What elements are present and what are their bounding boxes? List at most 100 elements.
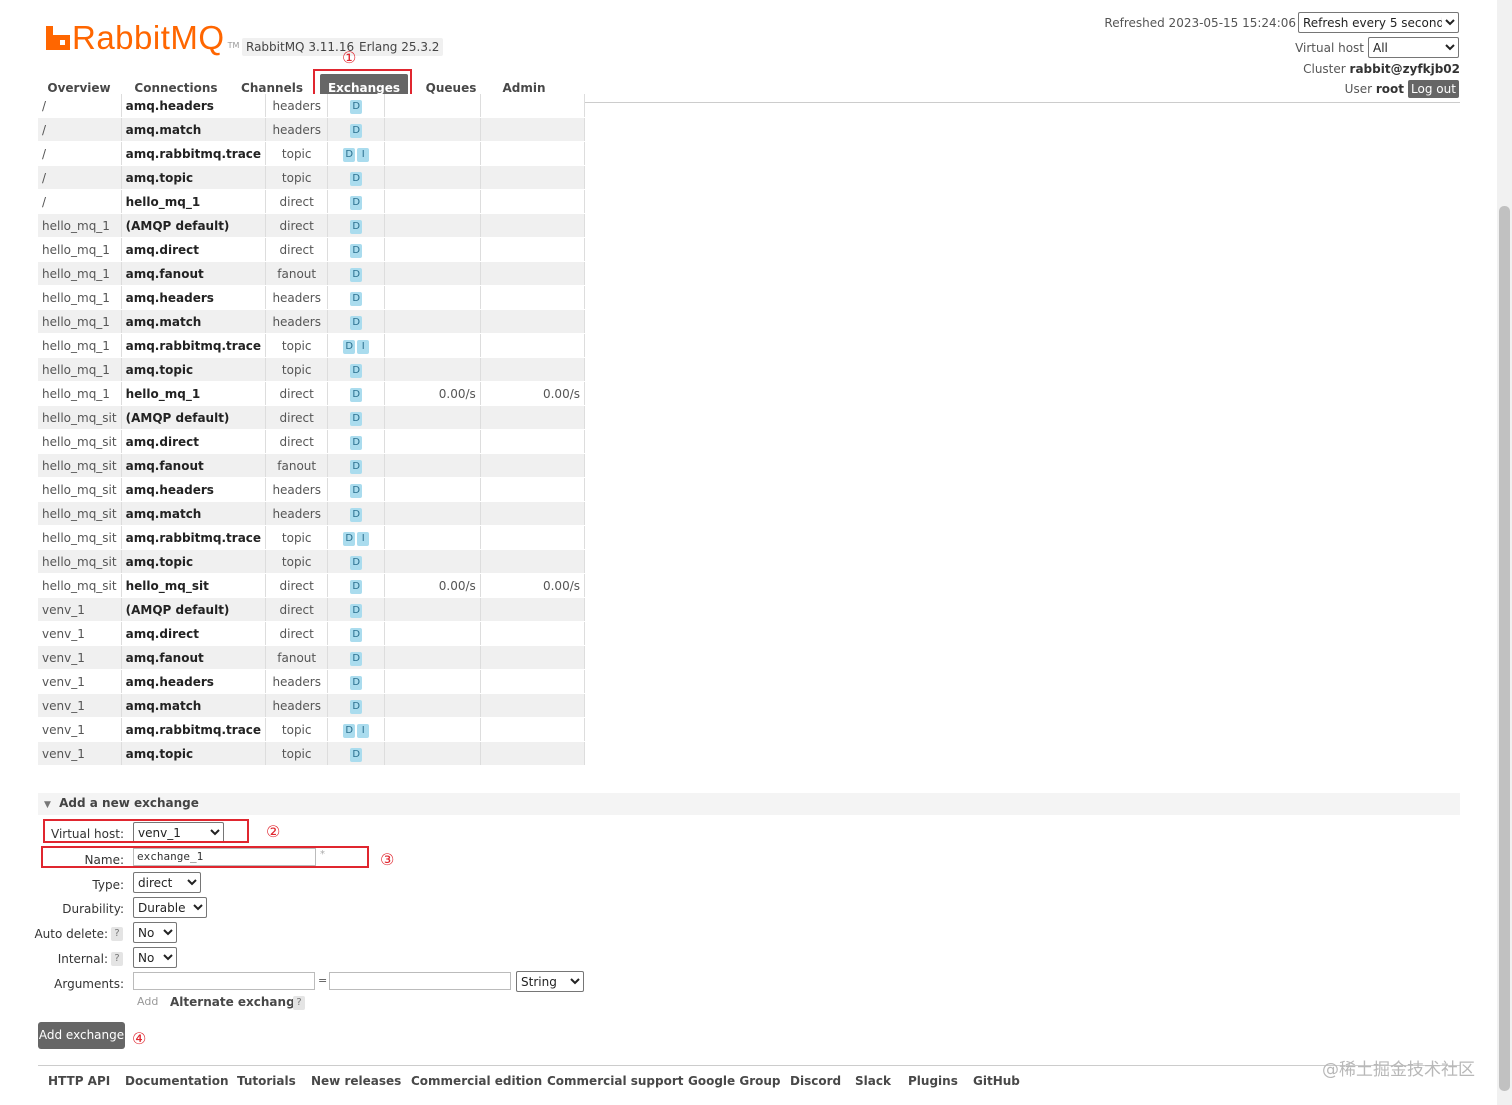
auto-delete-help-icon[interactable]: ? [111, 927, 123, 941]
message-rate-out-cell [480, 693, 586, 718]
features-cell: D [327, 741, 386, 766]
message-rate-out-cell [480, 117, 586, 142]
features-cell: D [327, 429, 386, 454]
type-cell: topic [265, 357, 329, 382]
feature-badge: D [350, 171, 363, 186]
exchange-name-link[interactable]: amq.fanout [121, 453, 267, 478]
exchange-name-link[interactable]: amq.headers [121, 94, 267, 118]
exchange-name-link[interactable]: amq.rabbitmq.trace [121, 717, 267, 742]
message-rate-in-cell [384, 549, 481, 574]
exchange-name-link[interactable]: amq.rabbitmq.trace [121, 333, 267, 358]
exchange-name-link[interactable]: (AMQP default) [121, 213, 267, 238]
footer-link-google-group[interactable]: Google Group [688, 1074, 781, 1088]
rabbitmq-logo[interactable]: RabbitMQ TM [46, 18, 239, 58]
vhost-cell: venv_1 [38, 621, 122, 646]
message-rate-out-cell [480, 141, 586, 166]
footer-link-tutorials[interactable]: Tutorials [237, 1074, 296, 1088]
type-cell: headers [265, 309, 329, 334]
footer-link-slack[interactable]: Slack [855, 1074, 891, 1088]
exchange-name-link[interactable]: amq.topic [121, 741, 267, 766]
type-cell: fanout [265, 645, 329, 670]
features-cell: D [327, 645, 386, 670]
type-cell: headers [265, 477, 329, 502]
exchange-name-link[interactable]: amq.match [121, 117, 267, 142]
features-cell: D [327, 573, 386, 598]
table-row: hello_mq_sit (AMQP default) direct D [38, 405, 586, 430]
message-rate-out-cell [480, 717, 586, 742]
exchange-type-select[interactable]: direct [133, 872, 201, 893]
type-cell: direct [265, 573, 329, 598]
vhost-cell: hello_mq_sit [38, 549, 122, 574]
exchange-name-link[interactable]: hello_mq_1 [121, 381, 267, 406]
features-cell: D [327, 309, 386, 334]
exchange-name-link[interactable]: amq.rabbitmq.trace [121, 525, 267, 550]
add-exchange-section-header[interactable]: ▼ Add a new exchange [38, 793, 1460, 815]
vhost-cell: / [38, 141, 122, 166]
feature-badge: D [350, 579, 363, 594]
message-rate-in-cell: 0.00/s [384, 381, 481, 406]
refresh-interval-select[interactable]: Refresh every 5 seconds [1298, 12, 1459, 33]
add-exchange-button[interactable]: Add exchange [38, 1022, 125, 1049]
exchange-name-link[interactable]: amq.topic [121, 165, 267, 190]
exchange-name-link[interactable]: amq.fanout [121, 261, 267, 286]
exchange-name-link[interactable]: amq.topic [121, 549, 267, 574]
feature-badge: D [350, 99, 363, 114]
exchange-name-link[interactable]: amq.fanout [121, 645, 267, 670]
feature-badge: D [343, 339, 356, 354]
exchange-name-link[interactable]: amq.headers [121, 477, 267, 502]
exchange-name-link[interactable]: amq.direct [121, 621, 267, 646]
exchange-name-link[interactable]: hello_mq_1 [121, 189, 267, 214]
exchange-name-link[interactable]: amq.match [121, 501, 267, 526]
features-cell: D [327, 597, 386, 622]
auto-delete-select[interactable]: No [133, 922, 177, 943]
virtual-host-select[interactable]: All [1368, 37, 1459, 58]
message-rate-out-cell [480, 549, 586, 574]
exchange-name-link[interactable]: amq.match [121, 693, 267, 718]
durability-select[interactable]: Durable [133, 897, 207, 918]
footer-link-http-api[interactable]: HTTP API [48, 1074, 110, 1088]
form-durability-label: Durability: [62, 902, 124, 916]
exchange-name-link[interactable]: amq.direct [121, 237, 267, 262]
footer-link-documentation[interactable]: Documentation [125, 1074, 229, 1088]
alternate-exchange-help-icon[interactable]: ? [293, 996, 305, 1010]
add-argument-link[interactable]: Add [137, 995, 158, 1008]
alternate-exchange-link[interactable]: Alternate exchange [170, 995, 303, 1009]
message-rate-in-cell [384, 357, 481, 382]
footer-link-github[interactable]: GitHub [973, 1074, 1020, 1088]
exchange-name-link[interactable]: (AMQP default) [121, 597, 267, 622]
table-row: hello_mq_sit amq.direct direct D [38, 429, 586, 454]
footer-link-commercial-edition[interactable]: Commercial edition [411, 1074, 542, 1088]
internal-select[interactable]: No [133, 947, 177, 968]
footer-link-plugins[interactable]: Plugins [908, 1074, 958, 1088]
exchange-name-link[interactable]: amq.headers [121, 669, 267, 694]
features-cell: DI [327, 141, 386, 166]
message-rate-out-cell [480, 333, 586, 358]
type-cell: topic [265, 333, 329, 358]
feature-badge: D [350, 195, 363, 210]
exchange-name-link[interactable]: hello_mq_sit [121, 573, 267, 598]
rabbitmq-version: RabbitMQ 3.11.16 [242, 38, 359, 56]
argument-key-input[interactable] [133, 972, 315, 990]
argument-type-select[interactable]: String [516, 971, 584, 992]
exchange-name-link[interactable]: amq.direct [121, 429, 267, 454]
message-rate-in-cell [384, 429, 481, 454]
footer-link-new-releases[interactable]: New releases [311, 1074, 401, 1088]
footer-link-discord[interactable]: Discord [790, 1074, 841, 1088]
message-rate-in-cell [384, 693, 481, 718]
table-row: hello_mq_1 amq.rabbitmq.trace topic D I [38, 333, 586, 358]
internal-help-icon[interactable]: ? [111, 952, 123, 966]
footer-link-commercial-support[interactable]: Commercial support [547, 1074, 684, 1088]
exchange-name-link[interactable]: amq.topic [121, 357, 267, 382]
message-rate-in-cell [384, 261, 481, 286]
exchange-name-link[interactable]: amq.match [121, 309, 267, 334]
exchange-name-link[interactable]: amq.rabbitmq.trace [121, 141, 267, 166]
features-cell: D [327, 189, 386, 214]
type-cell: direct [265, 405, 329, 430]
table-row: hello_mq_sit amq.headers headers D [38, 477, 586, 502]
exchange-name-link[interactable]: amq.headers [121, 285, 267, 310]
table-row: hello_mq_sit amq.topic topic D [38, 549, 586, 574]
message-rate-in-cell [384, 94, 481, 118]
scrollbar-thumb[interactable] [1499, 206, 1510, 1091]
exchange-name-link[interactable]: (AMQP default) [121, 405, 267, 430]
argument-value-input[interactable] [329, 972, 511, 990]
